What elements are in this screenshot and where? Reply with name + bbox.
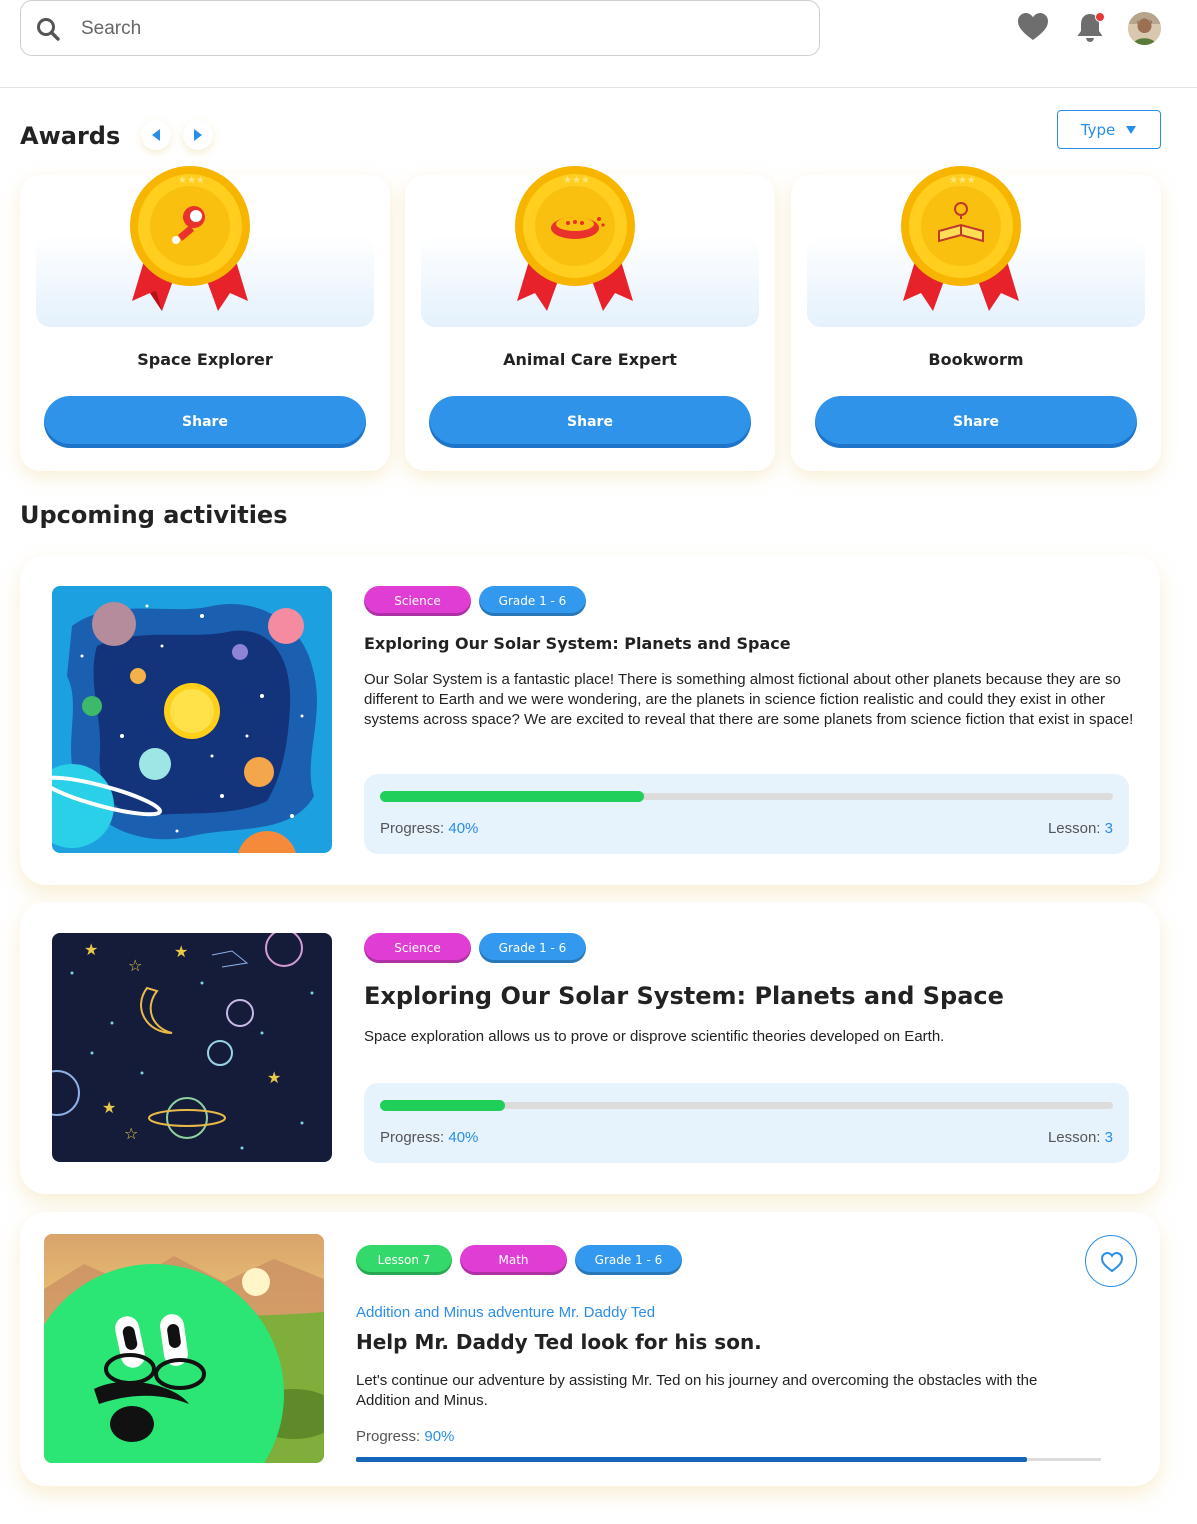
mr-daddy-ted-thumbnail bbox=[44, 1234, 324, 1463]
lesson-text: Lesson: 3 bbox=[1048, 820, 1113, 837]
svg-text:★: ★ bbox=[174, 944, 188, 961]
tag-lesson: Lesson 7 bbox=[356, 1245, 452, 1275]
award-card: ★★★ Space Explorer Share bbox=[20, 166, 390, 471]
svg-text:☆: ☆ bbox=[128, 958, 142, 975]
avatar[interactable] bbox=[1128, 12, 1161, 45]
activity-card[interactable]: Science Grade 1 - 6 Exploring Our Solar … bbox=[20, 555, 1160, 885]
favorites-button[interactable] bbox=[1016, 10, 1050, 44]
award-name: Space Explorer bbox=[137, 350, 273, 369]
type-filter-label: Type bbox=[1080, 120, 1116, 139]
svg-text:☆: ☆ bbox=[124, 1126, 138, 1143]
activity-description: Let's continue our adventure by assistin… bbox=[356, 1372, 1038, 1409]
top-bar bbox=[0, 0, 1197, 88]
heart-outline-icon bbox=[1100, 1251, 1124, 1273]
progress-text: Progress: 40% bbox=[380, 1129, 478, 1146]
awards-next-button[interactable] bbox=[183, 120, 213, 150]
progress-track bbox=[380, 791, 1113, 802]
lesson-label: Lesson: bbox=[1047, 820, 1101, 837]
progress-track bbox=[380, 1100, 1113, 1111]
progress-text: Progress: 90% bbox=[356, 1427, 454, 1447]
share-button[interactable]: Share bbox=[429, 396, 751, 448]
progress-label: Progress: bbox=[356, 1428, 421, 1445]
tag-science: Science bbox=[364, 586, 471, 616]
progress-value: 90% bbox=[424, 1428, 455, 1445]
space-doodles-illustration-icon: ★ ☆ ★ ★ ☆ ★ bbox=[52, 933, 332, 1162]
svg-text:★★★: ★★★ bbox=[178, 175, 205, 186]
activity-card[interactable]: ★ ☆ ★ ★ ☆ ★ Science Grade 1 - 6 Exploring Ou… bbox=[20, 902, 1160, 1194]
solar-system-thumbnail bbox=[52, 586, 332, 853]
notification-badge bbox=[1095, 12, 1105, 22]
awards-title: Awards bbox=[20, 122, 121, 150]
medal-icon: ★★★ bbox=[515, 166, 635, 311]
chevron-right-icon bbox=[194, 129, 202, 141]
user-photo-icon bbox=[1128, 12, 1161, 45]
svg-text:★: ★ bbox=[84, 942, 98, 959]
svg-text:★: ★ bbox=[267, 1070, 281, 1087]
activity-title: Help Mr. Daddy Ted look for his son. bbox=[356, 1330, 762, 1354]
space-doodle-thumbnail: ★ ☆ ★ ★ ☆ ★ bbox=[52, 933, 332, 1162]
progress-value: 40% bbox=[448, 1129, 479, 1146]
progress-label: Progress: bbox=[380, 820, 445, 837]
progress-fill bbox=[380, 791, 644, 802]
activity-description: Our Solar System is a fantastic place! T… bbox=[364, 671, 1134, 728]
search-icon bbox=[37, 18, 60, 41]
progress-text: Progress: 40% bbox=[380, 820, 478, 837]
svg-text:★★★: ★★★ bbox=[949, 175, 976, 186]
lesson-value: 3 bbox=[1104, 820, 1113, 837]
award-card: ★★★ Animal Care Expert Share bbox=[405, 166, 775, 471]
lesson-label: Lesson: bbox=[1047, 1129, 1101, 1146]
medal-icon: ★★★ bbox=[901, 166, 1021, 311]
award-name: Bookworm bbox=[928, 350, 1024, 369]
medal-icon: ★★★ bbox=[130, 166, 250, 311]
tag-grade: Grade 1 - 6 bbox=[479, 933, 586, 963]
tag-math: Math bbox=[460, 1245, 567, 1275]
notifications-button[interactable] bbox=[1073, 10, 1107, 44]
activity-subtitle: Addition and Minus adventure Mr. Daddy T… bbox=[356, 1304, 656, 1321]
search-box[interactable] bbox=[20, 0, 820, 56]
activities-title: Upcoming activities bbox=[20, 501, 288, 529]
heart-icon bbox=[1018, 13, 1048, 40]
type-filter-dropdown[interactable]: Type bbox=[1057, 110, 1161, 149]
activity-title: Exploring Our Solar System: Planets and … bbox=[364, 634, 791, 653]
favorite-button[interactable] bbox=[1085, 1235, 1137, 1287]
search-input[interactable] bbox=[81, 11, 781, 47]
awards-prev-button[interactable] bbox=[141, 120, 171, 150]
tag-science: Science bbox=[364, 933, 471, 963]
progress-label: Progress: bbox=[380, 1129, 445, 1146]
activity-title: Exploring Our Solar System: Planets and … bbox=[364, 982, 1004, 1010]
progress-fill bbox=[356, 1457, 1027, 1462]
lesson-text: Lesson: 3 bbox=[1048, 1129, 1113, 1146]
svg-text:★: ★ bbox=[102, 1100, 116, 1117]
tag-grade: Grade 1 - 6 bbox=[575, 1245, 682, 1275]
progress-track bbox=[356, 1457, 1101, 1462]
chevron-left-icon bbox=[152, 129, 160, 141]
activity-description: Space exploration allows us to prove or … bbox=[364, 1028, 945, 1045]
award-name: Animal Care Expert bbox=[503, 350, 677, 369]
svg-text:★★★: ★★★ bbox=[563, 175, 590, 186]
activity-card[interactable]: Lesson 7 Math Grade 1 - 6 Addition and M… bbox=[20, 1212, 1160, 1486]
planets-illustration-icon bbox=[52, 586, 332, 853]
progress-value: 40% bbox=[448, 820, 479, 837]
caret-down-icon bbox=[1126, 125, 1137, 134]
share-button[interactable]: Share bbox=[44, 396, 366, 448]
lesson-value: 3 bbox=[1104, 1129, 1113, 1146]
share-button[interactable]: Share bbox=[815, 396, 1137, 448]
progress-panel: Progress: 40% Lesson: 3 bbox=[364, 1083, 1129, 1163]
progress-panel: Progress: 40% Lesson: 3 bbox=[364, 774, 1129, 854]
award-card: ★★★ Bookworm Share bbox=[791, 166, 1161, 471]
mr-daddy-ted-illustration-icon bbox=[44, 1234, 324, 1463]
progress-fill bbox=[380, 1100, 505, 1111]
tag-grade: Grade 1 - 6 bbox=[479, 586, 586, 616]
